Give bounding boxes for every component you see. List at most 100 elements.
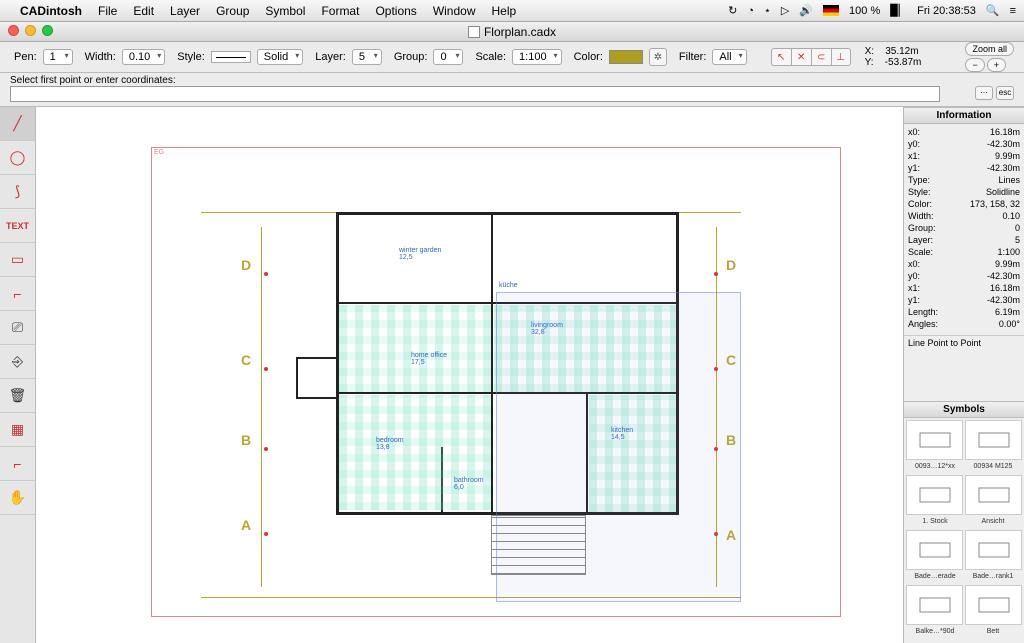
sync-icon[interactable]: ↻ — [728, 4, 737, 17]
prompt-esc[interactable]: esc — [996, 86, 1014, 100]
app-name[interactable]: CADintosh — [20, 4, 82, 18]
tool-rect[interactable]: ▭ — [0, 243, 35, 277]
symbol-label: 00934 M125 — [964, 462, 1022, 473]
room-winter-garden: winter garden 12,5 — [399, 247, 441, 261]
symbol-label: Ansicht — [964, 517, 1022, 528]
info-row: y0:-42.30m — [908, 138, 1020, 150]
style-select[interactable]: Solid — [257, 49, 303, 65]
pen-select[interactable]: 1 — [43, 49, 73, 65]
menu-format[interactable]: Format — [321, 4, 359, 18]
width-label: Width: — [85, 51, 116, 63]
marker — [264, 367, 268, 371]
hatch-homeoffice — [339, 305, 491, 392]
spotlight-icon[interactable]: 🔍 — [986, 4, 1000, 17]
style-label: Style: — [177, 51, 205, 63]
page-label: EG — [154, 149, 164, 156]
symbol-thumb[interactable] — [965, 475, 1022, 515]
color-label: Color: — [574, 51, 603, 63]
zoom-minus[interactable]: − — [965, 58, 984, 72]
command-input[interactable] — [10, 86, 940, 102]
battery-icon[interactable]: ▉▏ — [890, 4, 907, 17]
info-row: Group:0 — [908, 222, 1020, 234]
toolbox: ╱ ◯ ⟆ TEXT ▭ ⌐ ⎚ ⎆ 🗑 ▦ ⌐ ✋ — [0, 107, 36, 643]
prompt-dots[interactable]: ⋯ — [975, 86, 993, 100]
tool-circle[interactable]: ◯ — [0, 141, 35, 175]
settings-icon[interactable]: ✲ — [649, 48, 667, 66]
symbol-thumb[interactable] — [965, 420, 1022, 460]
snap-tangent-icon[interactable]: ⊥ — [831, 48, 851, 66]
symbol-thumb[interactable] — [906, 585, 963, 625]
info-row: y1:-42.30m — [908, 162, 1020, 174]
flag-icon[interactable] — [823, 5, 839, 17]
zoom-window[interactable] — [42, 25, 53, 36]
coord-x: 35.12m — [885, 46, 918, 57]
menu-edit[interactable]: Edit — [133, 4, 154, 18]
info-row: Length:6.19m — [908, 306, 1020, 318]
menu-group[interactable]: Group — [216, 4, 249, 18]
dim-a-left: A — [241, 517, 251, 533]
volume-icon[interactable]: ▷ — [781, 4, 789, 17]
wifi-icon[interactable]: ⋆ — [764, 4, 771, 17]
marker — [264, 447, 268, 451]
pen-label: Pen: — [14, 51, 37, 63]
filter-label: Filter: — [679, 51, 707, 63]
snap-magnet-icon[interactable]: ⊂ — [811, 48, 831, 66]
layer-label: Layer: — [315, 51, 346, 63]
tool-split[interactable]: ⎆ — [0, 345, 35, 379]
tool-hatch[interactable]: ▦ — [0, 413, 35, 447]
info-row: Angles:0.00° — [908, 318, 1020, 330]
symbol-thumb[interactable] — [906, 420, 963, 460]
marker — [264, 272, 268, 276]
minimize-window[interactable] — [25, 25, 36, 36]
info-row: y1:-42.30m — [908, 294, 1020, 306]
menu-file[interactable]: File — [98, 4, 117, 18]
symbol-label: 0093…12*xx — [906, 462, 964, 473]
window-titlebar[interactable]: Florplan.cadx — [0, 22, 1024, 42]
width-select[interactable]: 0.10 — [122, 49, 165, 65]
tool-step[interactable]: ⌐ — [0, 447, 35, 481]
tool-pan[interactable]: ✋ — [0, 481, 35, 515]
dim-c-left: C — [241, 352, 251, 368]
symbols-panel-title: Symbols — [904, 401, 1024, 418]
tool-trash[interactable]: 🗑 — [0, 379, 35, 413]
drawing-canvas[interactable]: EG D C B A D C B A — [36, 107, 904, 643]
info-row: y0:-42.30m — [908, 270, 1020, 282]
tool-line[interactable]: ╱ — [0, 107, 35, 141]
sound-icon[interactable]: 🔊 — [799, 4, 813, 17]
filter-select[interactable]: All — [712, 49, 746, 65]
menu-symbol[interactable]: Symbol — [265, 4, 305, 18]
stairs — [491, 515, 586, 575]
menu-options[interactable]: Options — [375, 4, 416, 18]
layer-select[interactable]: 5 — [352, 49, 382, 65]
tool-text[interactable]: TEXT — [0, 209, 35, 243]
wall — [491, 212, 493, 512]
symbol-thumb[interactable] — [965, 530, 1022, 570]
symbol-thumb[interactable] — [906, 530, 963, 570]
scale-select[interactable]: 1:100 — [512, 49, 562, 65]
menu-window[interactable]: Window — [433, 4, 476, 18]
battery[interactable]: 100 % — [849, 5, 880, 17]
group-select[interactable]: 0 — [433, 49, 463, 65]
tool-door[interactable]: ⎚ — [0, 311, 35, 345]
notifications-icon[interactable]: ≡ — [1010, 5, 1016, 17]
zoom-plus[interactable]: + — [987, 58, 1006, 72]
menubar-clock[interactable]: Fri 20:38:53 — [917, 5, 976, 17]
info-row: Style:Solidline — [908, 186, 1020, 198]
symbol-thumb[interactable] — [965, 585, 1022, 625]
menu-layer[interactable]: Layer — [170, 4, 200, 18]
tool-corner[interactable]: ⌐ — [0, 277, 35, 311]
dim-d-left: D — [241, 257, 251, 273]
tool-arc[interactable]: ⟆ — [0, 175, 35, 209]
color-swatch[interactable] — [609, 50, 643, 64]
menu-help[interactable]: Help — [492, 4, 517, 18]
clock-icon[interactable]: ◔ — [747, 5, 754, 17]
snap-arrow-icon[interactable]: ↖ — [771, 48, 791, 66]
close-window[interactable] — [8, 25, 19, 36]
symbol-thumb[interactable] — [906, 475, 963, 515]
coord-y: -53.87m — [885, 57, 922, 68]
snap-x-icon[interactable]: ✕ — [791, 48, 811, 66]
coord-y-label: Y: — [865, 57, 874, 68]
zoom-all-button[interactable]: Zoom all — [965, 42, 1014, 56]
room-bedroom: bedroom 13,8 — [376, 437, 404, 451]
room-bathroom: bathroom 6,0 — [454, 477, 484, 491]
